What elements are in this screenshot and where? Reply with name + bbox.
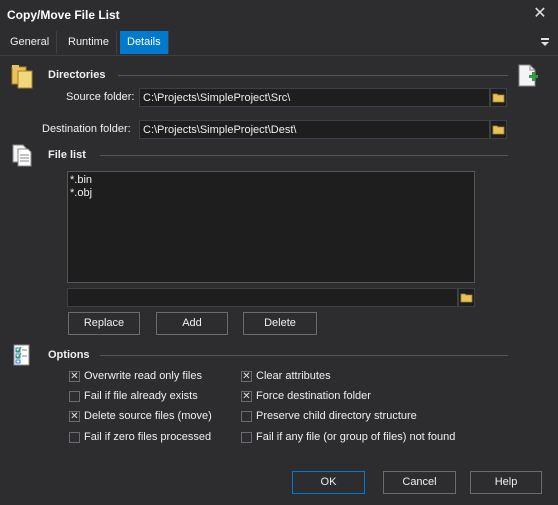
options-icon (10, 342, 36, 368)
file-list-divider (100, 155, 508, 156)
delete-source-checkbox[interactable]: ✕ (69, 411, 80, 422)
tab-details[interactable]: Details (120, 31, 169, 54)
source-folder-browse-icon[interactable] (490, 88, 507, 107)
directories-heading: Directories (48, 69, 106, 81)
window-title: Copy/Move File List (7, 8, 120, 22)
list-item[interactable]: *.bin (68, 174, 474, 187)
clear-attributes-label: Clear attributes (256, 370, 331, 382)
tab-general[interactable]: General (3, 31, 58, 54)
tab-menu-icon[interactable] (538, 35, 552, 49)
close-icon[interactable]: ✕ (532, 6, 548, 22)
overwrite-readonly-label: Overwrite read only files (84, 370, 202, 382)
options-heading: Options (48, 349, 90, 361)
overwrite-readonly-checkbox[interactable]: ✕ (69, 371, 80, 382)
help-button[interactable]: Help (470, 471, 542, 494)
fail-if-exists-checkbox[interactable] (69, 391, 80, 402)
directories-icon (10, 63, 36, 89)
fail-if-exists-label: Fail if file already exists (84, 390, 198, 402)
force-destination-label: Force destination folder (256, 390, 371, 402)
cancel-button[interactable]: Cancel (383, 471, 456, 494)
destination-folder-browse-icon[interactable] (490, 120, 507, 139)
new-file-icon[interactable] (514, 62, 540, 88)
fail-not-found-checkbox[interactable] (241, 432, 252, 443)
destination-folder-input[interactable]: C:\Projects\SimpleProject\Dest\ (139, 120, 490, 139)
force-destination-checkbox[interactable]: ✕ (241, 391, 252, 402)
source-folder-input[interactable]: C:\Projects\SimpleProject\Src\ (139, 88, 490, 107)
file-mask-input[interactable] (67, 288, 458, 307)
list-item[interactable]: *.obj (68, 187, 474, 200)
destination-folder-label: Destination folder: (42, 123, 131, 135)
source-folder-label: Source folder: (66, 91, 135, 103)
preserve-structure-label: Preserve child directory structure (256, 410, 417, 422)
preserve-structure-checkbox[interactable] (241, 411, 252, 422)
file-list-icon (10, 142, 36, 168)
ok-button[interactable]: OK (292, 471, 365, 494)
tab-runtime[interactable]: Runtime (61, 31, 117, 54)
clear-attributes-checkbox[interactable]: ✕ (241, 371, 252, 382)
options-divider (100, 355, 508, 356)
delete-source-label: Delete source files (move) (84, 410, 212, 422)
fail-not-found-label: Fail if any file (or group of files) not… (256, 431, 456, 443)
fail-zero-files-label: Fail if zero files processed (84, 431, 212, 443)
replace-button[interactable]: Replace (68, 312, 140, 335)
file-list-heading: File list (48, 149, 86, 161)
directories-divider (118, 75, 508, 76)
fail-zero-files-checkbox[interactable] (69, 432, 80, 443)
add-button[interactable]: Add (156, 312, 228, 335)
file-mask-browse-icon[interactable] (458, 288, 475, 307)
file-list-box[interactable]: *.bin *.obj (67, 171, 475, 283)
delete-button[interactable]: Delete (243, 312, 317, 335)
